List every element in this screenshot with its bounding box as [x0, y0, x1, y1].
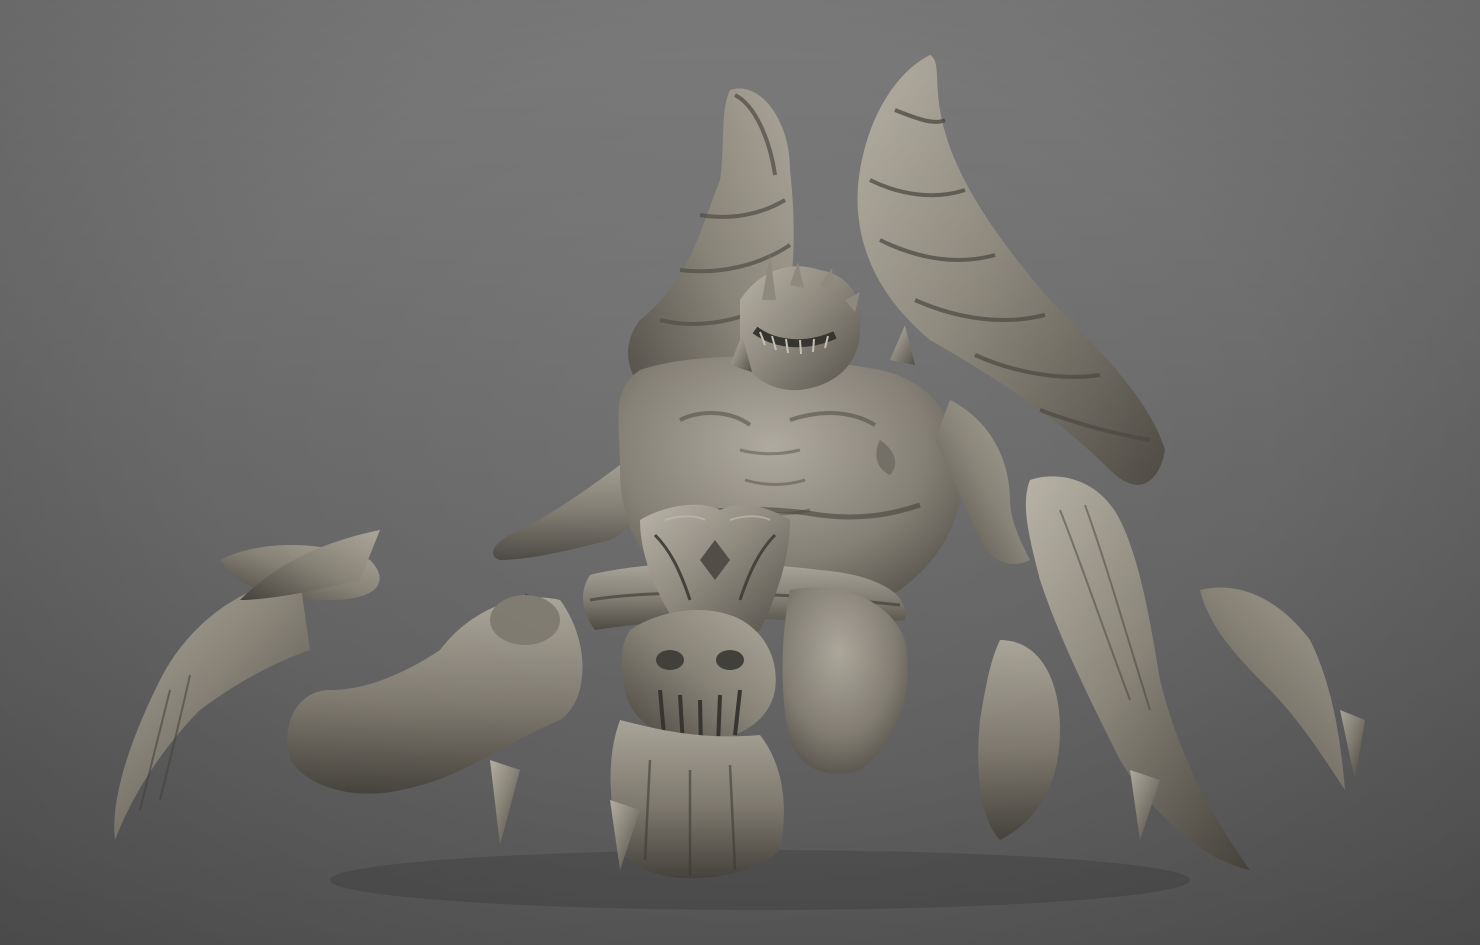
under-spike-4: [1340, 710, 1365, 780]
under-spike-1: [490, 760, 520, 845]
render-viewport[interactable]: [0, 0, 1480, 945]
right-claw-leg: [978, 476, 1345, 870]
creature-sculpt: [114, 55, 1365, 910]
right-shoulder-spike: [890, 325, 915, 365]
loincloth: [610, 720, 784, 879]
lower-belly: [782, 587, 908, 774]
